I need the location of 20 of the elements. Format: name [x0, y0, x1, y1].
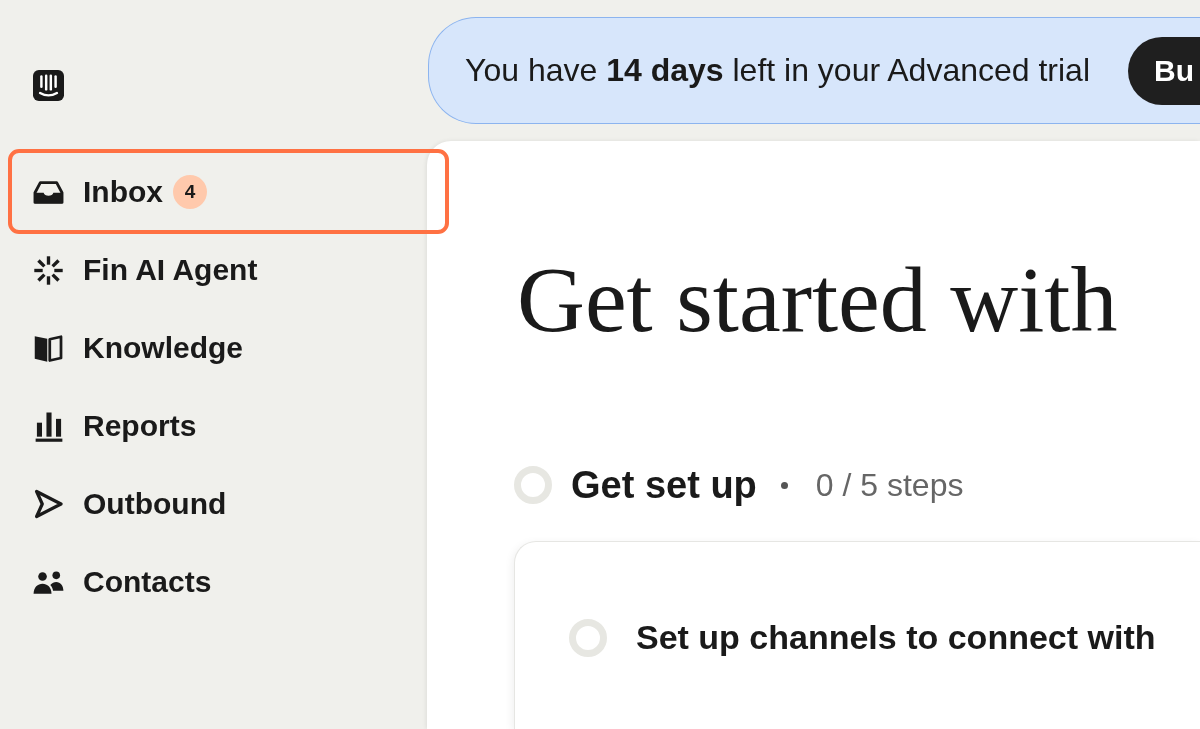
bar-chart-icon [34, 410, 63, 442]
sidebar-item[interactable]: Reports [0, 387, 427, 465]
tray-icon [33, 180, 64, 204]
buy-button[interactable]: Bu [1128, 36, 1200, 105]
trial-message: You have 14 days left in your Advanced trial [465, 52, 1090, 89]
sidebar-item[interactable]: Contacts [0, 543, 427, 621]
section-title: Get set up [571, 463, 757, 507]
separator-dot-icon [780, 481, 788, 489]
sidebar-item[interactable]: Knowledge [0, 309, 427, 387]
burst-icon [33, 254, 64, 286]
logo-icon [33, 70, 64, 101]
page-title: Get started with [517, 249, 1119, 349]
count-badge: 4 [173, 175, 207, 209]
step-count: 0 / 5 steps [815, 466, 964, 504]
sidebar-item[interactable]: Fin AI Agent [0, 231, 427, 309]
sidebar-item[interactable]: Inbox 4 [0, 153, 427, 231]
sidebar-item[interactable]: Outbound [0, 465, 427, 543]
send-icon [33, 489, 64, 519]
step-title[interactable]: Set up channels to connect with [636, 618, 1156, 657]
book-icon [33, 333, 64, 363]
